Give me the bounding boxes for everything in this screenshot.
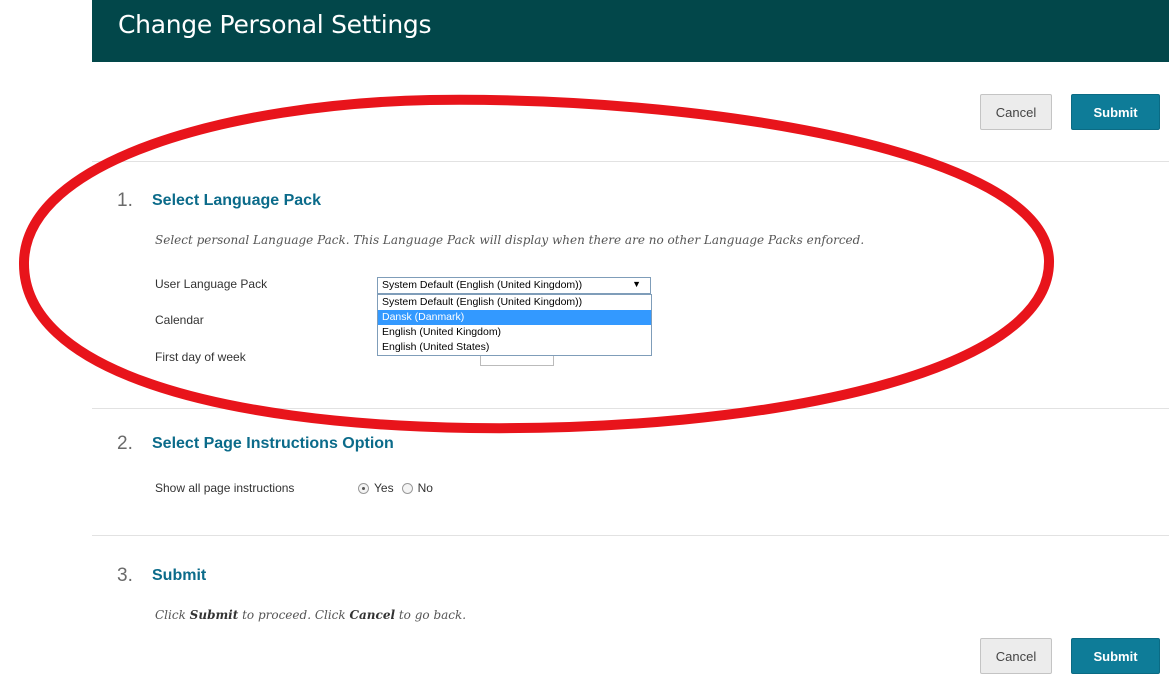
step-number-2: 2. (117, 433, 133, 454)
yes-radio-label[interactable]: Yes (374, 481, 394, 495)
annotation-ellipse-stroke (18, 94, 1055, 434)
section-divider (92, 535, 1169, 536)
submit-instructions: Click Submit to proceed. Click Cancel to… (155, 608, 466, 622)
dropdown-arrow-icon[interactable]: ▼ (632, 279, 641, 289)
no-radio[interactable] (401, 482, 413, 494)
no-radio-label[interactable]: No (418, 481, 433, 495)
submit-button-bottom[interactable]: Submit (1071, 638, 1160, 674)
step-title-submit: Submit (152, 567, 207, 584)
instruction-submit-word: Submit (189, 608, 239, 622)
cancel-button-top[interactable]: Cancel (980, 94, 1052, 130)
first-day-of-week-label: First day of week (155, 350, 246, 364)
step-title-language-pack: Select Language Pack (152, 192, 321, 209)
step-title-page-instructions: Select Page Instructions Option (152, 435, 394, 452)
language-pack-select[interactable]: System Default (English (United Kingdom)… (377, 277, 651, 294)
language-pack-instructions: Select personal Language Pack. This Lang… (155, 233, 865, 247)
instruction-text: Click (155, 608, 190, 622)
instruction-text: to proceed. Click (238, 608, 350, 622)
dropdown-option[interactable]: System Default (English (United Kingdom)… (378, 295, 651, 310)
calendar-label: Calendar (155, 313, 204, 327)
show-page-instructions-label: Show all page instructions (155, 481, 295, 495)
cancel-button-bottom[interactable]: Cancel (980, 638, 1052, 674)
language-pack-selected-value: System Default (English (United Kingdom)… (382, 279, 583, 291)
language-pack-dropdown-list: System Default (English (United Kingdom)… (377, 294, 652, 356)
user-language-pack-label: User Language Pack (155, 277, 268, 291)
section-divider (92, 408, 1169, 409)
dropdown-option[interactable]: English (United Kingdom) (378, 325, 651, 340)
instruction-cancel-word: Cancel (349, 608, 396, 622)
submit-button-top[interactable]: Submit (1071, 94, 1160, 130)
section-divider (92, 161, 1169, 162)
page-title: Change Personal Settings (118, 10, 432, 39)
step-number-3: 3. (117, 565, 133, 586)
page-header: Change Personal Settings (92, 0, 1169, 62)
dropdown-option-highlighted[interactable]: Dansk (Danmark) (378, 310, 651, 325)
step-number-1: 1. (117, 190, 133, 211)
dropdown-option[interactable]: English (United States) (378, 340, 651, 355)
page-instructions-radio-group: Yes No (358, 481, 441, 495)
instruction-text: to go back. (395, 608, 467, 622)
yes-radio[interactable] (358, 482, 369, 494)
